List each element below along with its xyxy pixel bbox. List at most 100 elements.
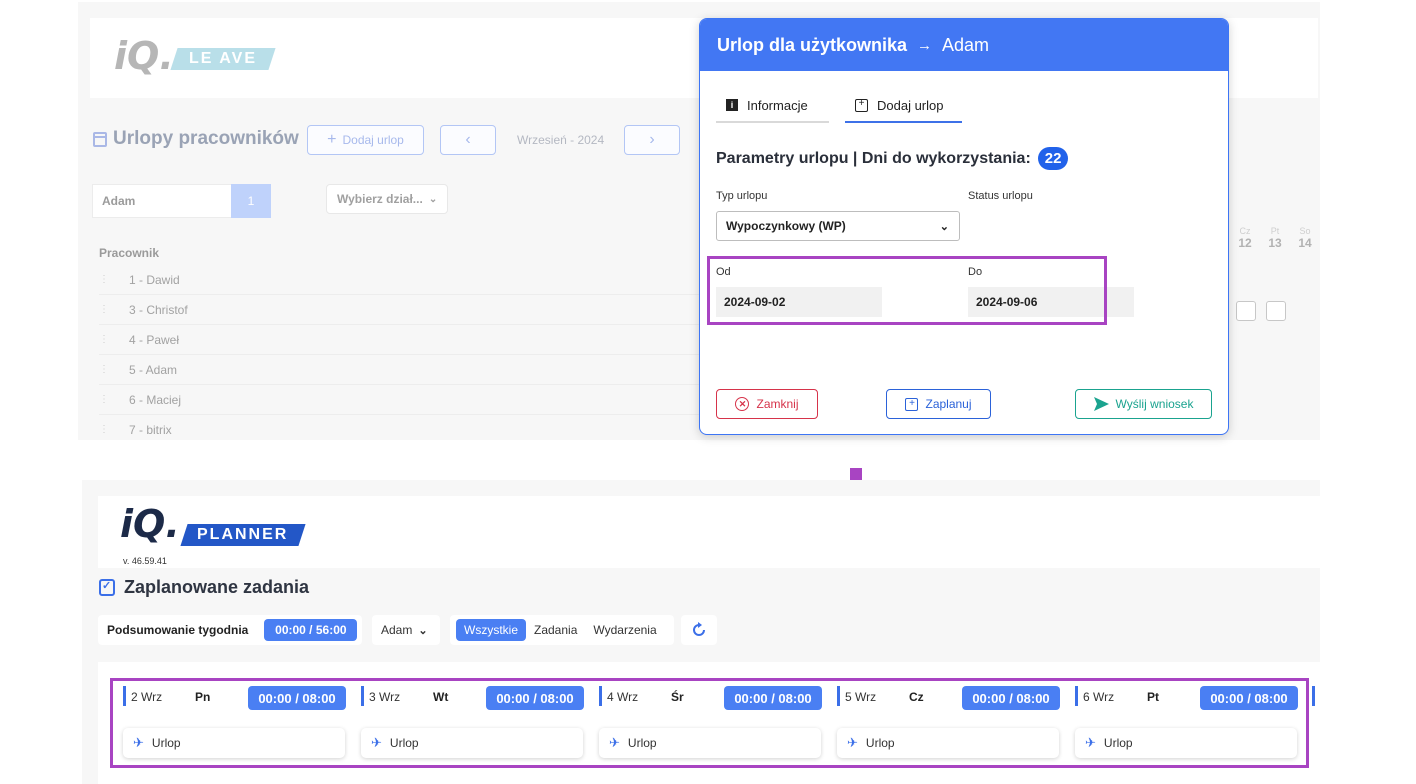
employee-row[interactable]: ⋮ 5 - Adam xyxy=(99,355,709,385)
date-range-highlight xyxy=(707,256,1107,325)
calendar-day-cell[interactable] xyxy=(1266,301,1286,321)
employee-name: 7 - bitrix xyxy=(129,422,172,437)
search-result-count: 1 xyxy=(231,184,271,218)
chevron-left-icon: ‹ xyxy=(465,131,471,148)
planner-logo-card: iQ. PLANNER xyxy=(98,496,1320,568)
leave-logo-tag: LE AVE xyxy=(170,48,276,70)
leave-type-value: Wypoczynkowy (WP) xyxy=(726,219,846,233)
employee-row[interactable]: ⋮ 3 - Christof xyxy=(99,295,709,325)
leave-type-label: Typ urlopu xyxy=(716,190,768,202)
plan-button-label: Zaplanuj xyxy=(925,397,972,411)
chevron-down-icon: ⌄ xyxy=(418,624,428,637)
employee-name: 5 - Adam xyxy=(129,362,178,377)
week-summary: Podsumowanie tygodnia 00:00 / 56:00 xyxy=(98,615,362,645)
day-header-name: Cz xyxy=(1239,226,1251,236)
planner-page-title: Zaplanowane zadania xyxy=(99,577,309,598)
refresh-icon xyxy=(693,622,705,636)
close-circle-icon: ✕ xyxy=(735,397,750,411)
drag-handle-icon[interactable]: ⋮ xyxy=(99,334,129,345)
drag-handle-icon[interactable]: ⋮ xyxy=(99,424,129,435)
leave-modal: Urlop dla użytkownika → Adam i Informacj… xyxy=(699,18,1229,435)
modal-title: Urlop dla użytkownika xyxy=(717,34,908,55)
planner-logo-tag-text: PLANNER xyxy=(197,526,289,543)
filter-group: Wszystkie Zadania Wydarzenia xyxy=(450,615,674,645)
calendar-plus-icon: + xyxy=(855,98,868,112)
modal-tabs: i Informacje + Dodaj urlop xyxy=(716,89,962,123)
next-day-bar xyxy=(1312,686,1315,706)
week-highlight xyxy=(110,678,1309,768)
user-select-value: Adam xyxy=(381,623,413,637)
tab-informacje[interactable]: i Informacje xyxy=(716,89,829,123)
leave-page-title: Urlopy pracowników xyxy=(93,128,299,150)
drag-handle-icon[interactable]: ⋮ xyxy=(99,274,129,285)
tab-label: Dodaj urlop xyxy=(877,97,944,113)
chevron-down-icon: ⌄ xyxy=(939,220,949,233)
day-header-number: 14 xyxy=(1298,236,1312,250)
employee-row[interactable]: ⋮ 1 - Dawid xyxy=(99,265,709,295)
next-month-button[interactable]: › xyxy=(624,125,680,155)
calendar-plus-icon: + xyxy=(905,397,919,411)
planner-logo-iq: iQ. xyxy=(120,502,180,546)
calendar-icon xyxy=(93,131,107,147)
planner-logo-tag: PLANNER xyxy=(180,524,306,546)
leave-params-title: Parametry urlopu | Dni do wykorzystania:… xyxy=(716,147,1069,170)
day-header-number: 12 xyxy=(1238,236,1252,250)
filter-tasks[interactable]: Zadania xyxy=(534,623,577,637)
close-button-label: Zamknij xyxy=(756,397,799,411)
employee-column-header: Pracownik xyxy=(99,246,160,260)
leave-logo-iq: iQ. xyxy=(114,34,174,78)
modal-user-name: Adam xyxy=(942,34,990,55)
send-button-label: Wyślij wniosek xyxy=(1115,397,1194,411)
clipboard-check-icon xyxy=(99,579,115,596)
employee-name: 4 - Paweł xyxy=(129,332,180,347)
leave-type-select[interactable]: Wypoczynkowy (WP) ⌄ xyxy=(716,211,960,241)
send-request-button[interactable]: Wyślij wniosek xyxy=(1075,389,1212,419)
employee-search-input[interactable]: Adam xyxy=(92,184,232,218)
employee-row[interactable]: ⋮ 6 - Maciej xyxy=(99,385,709,415)
plan-button[interactable]: + Zaplanuj xyxy=(886,389,991,419)
department-select[interactable]: Wybierz dział... ⌄ xyxy=(326,184,448,214)
day-header: Cz 12 xyxy=(1234,226,1256,250)
version-label: v. 46.59.41 xyxy=(123,556,167,566)
planner-page-title-text: Zaplanowane zadania xyxy=(124,577,310,597)
add-leave-button[interactable]: + Dodaj urlop xyxy=(307,125,424,155)
leave-page-title-text: Urlopy pracowników xyxy=(113,128,299,149)
add-leave-label: Dodaj urlop xyxy=(342,133,404,147)
employee-row[interactable]: ⋮ 4 - Paweł xyxy=(99,325,709,355)
day-header-name: Pt xyxy=(1270,226,1280,236)
filter-events[interactable]: Wydarzenia xyxy=(593,623,656,637)
employee-row[interactable]: ⋮ 7 - bitrix xyxy=(99,415,709,440)
tab-dodaj-urlop[interactable]: + Dodaj urlop xyxy=(845,89,962,123)
filter-all[interactable]: Wszystkie xyxy=(456,619,526,641)
drag-handle-icon[interactable]: ⋮ xyxy=(99,394,129,405)
leave-params-label: Parametry urlopu | Dni do wykorzystania: xyxy=(716,149,1031,167)
leave-status-label: Status urlopu xyxy=(968,190,1033,202)
drag-handle-icon[interactable]: ⋮ xyxy=(99,364,129,375)
employee-name: 1 - Dawid xyxy=(129,272,180,287)
days-left-badge: 22 xyxy=(1037,147,1069,170)
prev-month-button[interactable]: ‹ xyxy=(440,125,496,155)
month-label: Wrzesień - 2024 xyxy=(517,133,605,147)
info-icon: i xyxy=(726,99,738,111)
day-header-name: So xyxy=(1299,226,1311,236)
arrow-right-icon: → xyxy=(917,36,933,54)
drag-handle-icon[interactable]: ⋮ xyxy=(99,304,129,315)
day-header-number: 13 xyxy=(1268,236,1282,250)
week-summary-label: Podsumowanie tygodnia xyxy=(107,623,249,637)
user-select[interactable]: Adam ⌄ xyxy=(372,615,440,645)
refresh-button[interactable] xyxy=(681,615,717,645)
plus-icon: + xyxy=(327,131,337,148)
calendar-day-cell[interactable] xyxy=(1236,301,1256,321)
employee-name: 3 - Christof xyxy=(129,302,188,317)
send-icon xyxy=(1093,397,1109,411)
modal-header: Urlop dla użytkownika → Adam xyxy=(700,19,1228,71)
day-header: So 14 xyxy=(1294,226,1316,250)
employee-name: 6 - Maciej xyxy=(129,392,182,407)
close-button[interactable]: ✕ Zamknij xyxy=(716,389,818,419)
chevron-right-icon: › xyxy=(649,131,655,148)
day-header: Pt 13 xyxy=(1264,226,1286,250)
leave-logo-tag-text: LE AVE xyxy=(188,50,257,67)
department-select-label: Wybierz dział... xyxy=(337,192,423,206)
tab-label: Informacje xyxy=(747,97,808,113)
chevron-down-icon: ⌄ xyxy=(428,193,438,205)
